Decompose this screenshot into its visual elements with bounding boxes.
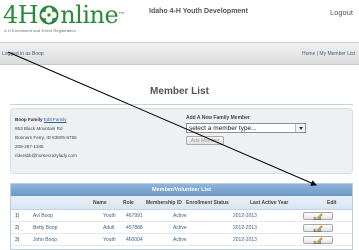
edit-member-button[interactable]: Edit: [303, 236, 333, 245]
row-index: 3): [15, 237, 20, 243]
top-nav-links[interactable]: Home | My Member List: [302, 51, 355, 57]
title-divider: [10, 104, 353, 105]
member-id: 467991: [126, 213, 143, 219]
member-id: 460004: [126, 237, 143, 243]
edit-member-button[interactable]: Edit: [303, 224, 333, 233]
4h-online-logo[interactable]: 4H nline ™ 4-H Enrollment and Event Regi…: [3, 3, 138, 33]
table-title: Member/Volunteer List: [11, 184, 352, 196]
page: 4H nline ™ 4-H Enrollment and Event Regi…: [0, 0, 359, 250]
row-index: 2): [15, 225, 20, 231]
add-member-button[interactable]: Add Member: [186, 136, 224, 145]
edit-member-button[interactable]: Edit: [303, 212, 333, 221]
page-title: Member List: [150, 86, 209, 97]
family-address-line2: Bonners Ferry, ID 83805-5755: [15, 135, 77, 140]
column-header-last-active-year: Last Active Year: [250, 200, 289, 206]
add-member-section: Add A New Family Member select a member …: [186, 115, 306, 145]
edit-family-link[interactable]: Edit Family: [44, 117, 67, 122]
member-year: 2012-2013: [233, 225, 257, 231]
member-name-link[interactable]: Avi Boop: [33, 210, 53, 222]
user-bar: Logged in as Boop Home | My Member List: [0, 42, 359, 65]
row-index: 1): [15, 213, 20, 219]
member-table: Member/Volunteer List Name Role Membersh…: [10, 183, 353, 250]
member-status: Active: [173, 225, 187, 231]
logged-in-label: Logged in as Boop: [2, 51, 44, 57]
member-name-link[interactable]: John Boop: [33, 234, 57, 246]
header: 4H nline ™ 4-H Enrollment and Event Regi…: [0, 0, 359, 42]
column-header-role: Role: [123, 200, 134, 206]
chevron-down-icon[interactable]: [295, 124, 305, 132]
column-header-membership-id: Membership ID: [146, 200, 182, 206]
member-role: Youth: [103, 237, 116, 243]
family-name: Boop Family: [15, 117, 43, 122]
site-title: Idaho 4-H Youth Development: [149, 8, 248, 15]
member-year: 2012-2013: [233, 237, 257, 243]
column-header-enrollment-status: Enrollment Status: [186, 200, 229, 206]
member-id: 457888: [126, 225, 143, 231]
clover-icon: [39, 5, 59, 25]
family-email: ridersbb@horsecrazylady.com: [15, 153, 77, 158]
column-header-name: Name: [93, 200, 107, 206]
table-row: 1) Avi Boop Youth 467991 Active 2012-201…: [11, 210, 352, 222]
logo-trademark: ™: [118, 11, 125, 19]
member-type-select[interactable]: select a member type...: [186, 123, 306, 133]
logo-text-left: 4H: [3, 1, 39, 29]
logo-wordmark: 4H nline ™: [3, 3, 138, 27]
logout-link[interactable]: Logout: [330, 8, 353, 17]
member-status: Active: [173, 213, 187, 219]
table-row: 3) John Boop Youth 460004 Active 2012-20…: [11, 234, 352, 246]
logo-tagline: 4-H Enrollment and Event Registration: [4, 28, 76, 33]
logo-text-right: nline: [60, 1, 119, 29]
family-info: Boop Family Edit Family 853 Black Mounta…: [15, 115, 77, 160]
member-status: Active: [173, 237, 187, 243]
add-member-label: Add A New Family Member: [186, 115, 250, 121]
member-name-link[interactable]: Betty Boop: [33, 222, 57, 234]
column-header-edit: Edit: [327, 200, 337, 206]
family-phone: 208-267-1345: [15, 144, 44, 149]
table-header: Name Role Membership ID Enrollment Statu…: [11, 196, 352, 210]
member-type-select-value: select a member type...: [189, 125, 257, 132]
family-address-line1: 853 Black Mountain Rd: [15, 126, 63, 131]
member-role: Youth: [103, 213, 116, 219]
member-role: Adult: [103, 225, 115, 231]
member-year: 2012-2013: [233, 213, 257, 219]
table-row: 2) Betty Boop Adult 457888 Active 2012-2…: [11, 222, 352, 234]
